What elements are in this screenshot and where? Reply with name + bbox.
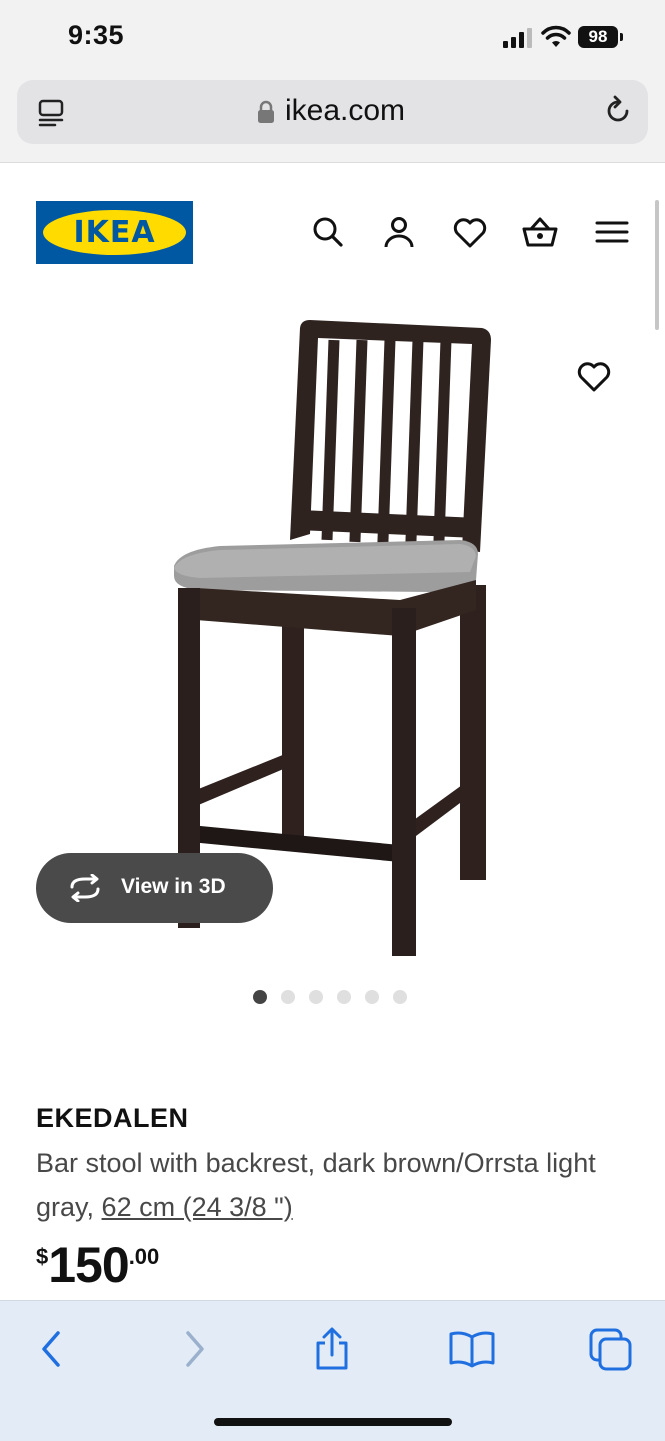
cellular-signal-icon: [503, 28, 532, 48]
carousel-dot[interactable]: [253, 990, 267, 1004]
page-scrollbar[interactable]: [655, 200, 659, 330]
battery-indicator: 98: [578, 26, 623, 48]
carousel-dot[interactable]: [393, 990, 407, 1004]
search-icon[interactable]: [310, 214, 346, 250]
lock-icon: [258, 100, 274, 123]
address-bar[interactable]: ikea.com: [17, 80, 648, 144]
ikea-logo[interactable]: IKEA: [36, 201, 193, 264]
reader-mode-icon[interactable]: [37, 98, 67, 128]
wifi-icon: [541, 25, 571, 47]
status-bar: 9:35 98: [0, 0, 665, 76]
carousel-dot[interactable]: [337, 990, 351, 1004]
bookmarks-icon[interactable]: [448, 1327, 496, 1371]
browser-address-area: ikea.com: [0, 76, 665, 163]
share-icon[interactable]: [312, 1327, 352, 1371]
forward-icon[interactable]: [178, 1327, 210, 1371]
home-indicator[interactable]: [214, 1418, 452, 1426]
browser-toolbar: [0, 1300, 665, 1441]
carousel-dot[interactable]: [365, 990, 379, 1004]
menu-icon[interactable]: [594, 214, 630, 250]
product-name: EKEDALEN: [36, 1103, 189, 1133]
reload-icon[interactable]: [601, 94, 635, 128]
view-in-3d-button[interactable]: View in 3D: [36, 853, 273, 923]
price-currency: $: [36, 1244, 49, 1269]
price-decimals: .00: [128, 1244, 160, 1269]
image-carousel-dots: [253, 990, 421, 1008]
save-to-favorites-icon[interactable]: [576, 358, 612, 394]
back-icon[interactable]: [36, 1327, 68, 1371]
price-integer: 150: [48, 1237, 129, 1293]
account-icon[interactable]: [381, 214, 417, 250]
rotate-3d-icon: [70, 874, 100, 902]
status-time: 9:35: [68, 20, 125, 50]
cart-icon[interactable]: [522, 214, 558, 250]
carousel-dot[interactable]: [309, 990, 323, 1004]
view-in-3d-label: View in 3D: [121, 875, 226, 898]
product-description: Bar stool with backrest, dark brown/Orrs…: [36, 1141, 636, 1229]
logo-text: IKEA: [73, 215, 156, 250]
product-size-link[interactable]: 62 cm (24 3/8 "): [102, 1192, 293, 1222]
wishlist-icon[interactable]: [452, 214, 488, 250]
url-text[interactable]: ikea.com: [285, 94, 405, 128]
carousel-dot[interactable]: [281, 990, 295, 1004]
tabs-icon[interactable]: [588, 1327, 634, 1373]
product-price: $150.00: [36, 1236, 159, 1294]
